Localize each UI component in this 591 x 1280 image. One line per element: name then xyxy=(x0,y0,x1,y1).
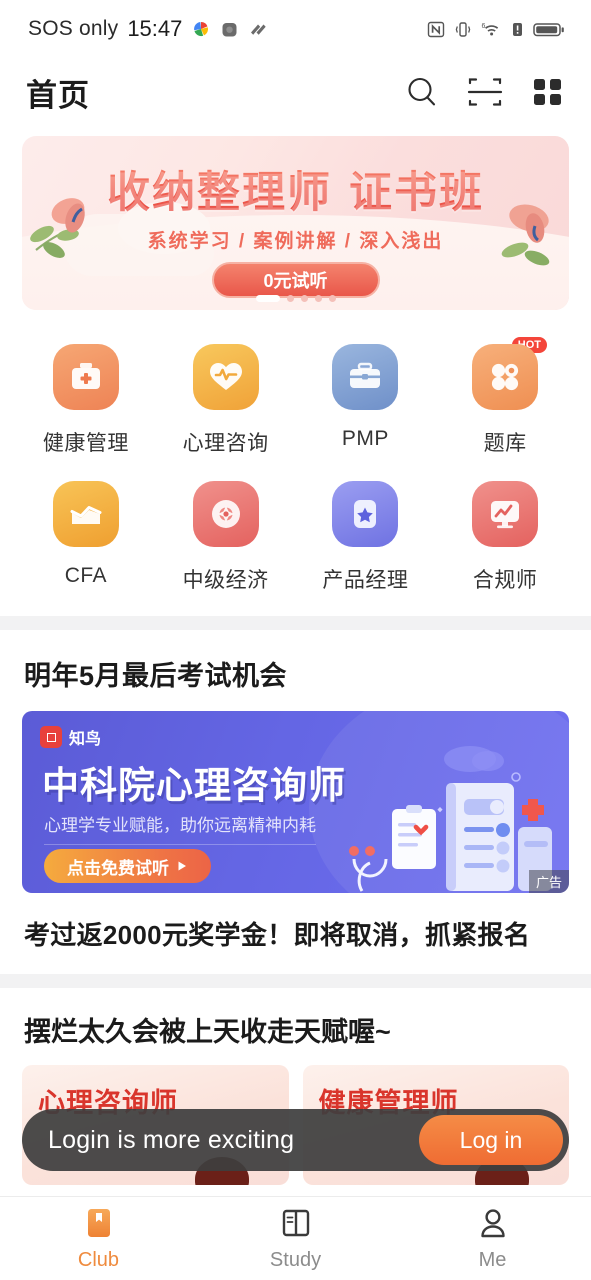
tab-club[interactable]: Club xyxy=(0,1206,197,1272)
ad-label-badge: 广告 xyxy=(528,870,569,893)
quick-item-label: 中级经济 xyxy=(182,569,269,592)
app-screen: SOS only 15:47 6 首页 收纳整理师 证书班 系统学习 / 案例讲… xyxy=(0,0,591,1280)
medical-kit-icon xyxy=(52,344,119,410)
compass-icon xyxy=(192,481,259,547)
vibrate-icon xyxy=(455,21,471,37)
quick-item-label: 题库 xyxy=(483,432,527,455)
section-divider xyxy=(0,616,591,630)
bookmark-icon xyxy=(87,1208,110,1237)
grid-menu-icon[interactable] xyxy=(531,75,565,109)
quick-item-cfa[interactable]: CFA xyxy=(16,481,156,594)
sim-alert-icon xyxy=(513,22,522,36)
play-arrow-icon xyxy=(178,861,186,871)
ad-banner[interactable]: 知鸟 中科院心理咨询师 心理学专业赋能，助你远离精神内耗 点击免费试听 广告 xyxy=(22,711,569,893)
heart-pulse-icon xyxy=(192,344,259,410)
log-in-button[interactable]: Log in xyxy=(419,1115,563,1165)
header-actions xyxy=(405,75,565,109)
camera-icon xyxy=(222,22,237,36)
photos-icon xyxy=(194,22,209,37)
quick-item-label: PMP xyxy=(341,427,389,450)
section-title: 明年5月最后考试机会 xyxy=(24,661,288,691)
carousel-dot[interactable] xyxy=(314,295,322,302)
ad-banner-wrapper[interactable]: 知鸟 中科院心理咨询师 心理学专业赋能，助你远离精神内耗 点击免费试听 广告 xyxy=(0,693,591,893)
quick-item-pmp[interactable]: PMP xyxy=(296,344,436,457)
quick-item-compliance-officer[interactable]: 合规师 xyxy=(435,481,575,594)
scan-icon[interactable] xyxy=(467,75,503,109)
quick-item-label: 心理咨询 xyxy=(182,432,269,455)
app-header: 首页 xyxy=(0,58,591,126)
ad-brand: 知鸟 xyxy=(40,725,101,749)
section-title: 摆烂太久会被上天收走天赋喔~ xyxy=(24,1017,391,1047)
briefcase-icon xyxy=(332,344,399,410)
carrier-label: SOS only xyxy=(28,17,119,40)
login-toast-message: Login is more exciting xyxy=(48,1125,295,1154)
banner-title: 收纳整理师 证书班 xyxy=(22,158,569,220)
chart-growth-icon xyxy=(52,481,119,547)
quick-item-label: 产品经理 xyxy=(322,569,409,592)
carousel-dot[interactable] xyxy=(286,295,294,302)
promo-text: 考过返2000元奖学金！即将取消，抓紧报名 xyxy=(24,920,531,950)
clock-label: 15:47 xyxy=(127,16,183,41)
carousel-dot[interactable] xyxy=(328,295,336,302)
quick-item-label: 合规师 xyxy=(472,569,538,592)
status-bar-left: SOS only 15:47 xyxy=(28,16,269,42)
ad-cta-label: 点击免费试听 xyxy=(67,858,169,878)
status-bar-right: 6 xyxy=(427,20,565,39)
ad-illustration xyxy=(349,746,552,892)
tab-label: Study xyxy=(269,1248,322,1271)
monitor-chart-icon xyxy=(472,481,539,547)
clipboard-icon xyxy=(251,24,267,35)
quick-item-label: 健康管理 xyxy=(42,432,129,455)
carousel-dots[interactable] xyxy=(255,295,336,302)
star-card-icon xyxy=(332,481,399,547)
ad-subtitle: 心理学专业赋能，助你远离精神内耗 xyxy=(44,811,316,845)
ad-cta-button[interactable]: 点击免费试听 xyxy=(44,849,211,883)
panels-icon xyxy=(282,1209,309,1236)
svg-text:6: 6 xyxy=(482,23,486,30)
bottom-tab-bar: Club Study Me xyxy=(0,1196,591,1280)
login-toast: Login is more exciting Log in xyxy=(22,1109,569,1171)
tab-study[interactable]: Study xyxy=(197,1206,394,1272)
page-title: 首页 xyxy=(26,77,90,113)
ad-title: 中科院心理咨询师 xyxy=(42,765,346,806)
tab-me[interactable]: Me xyxy=(394,1206,591,1272)
search-icon[interactable] xyxy=(405,75,439,109)
tab-label: Club xyxy=(77,1248,120,1271)
quick-item-health-management[interactable]: 健康管理 xyxy=(16,344,156,457)
banner-carousel[interactable]: 收纳整理师 证书班 系统学习 / 案例讲解 / 深入浅出 0元试听 xyxy=(0,126,591,310)
brand-logo-icon xyxy=(40,726,62,748)
tab-label: Me xyxy=(478,1248,507,1271)
nfc-icon xyxy=(427,21,445,37)
carousel-dot[interactable] xyxy=(255,295,280,302)
person-icon xyxy=(480,1208,505,1237)
banner-cta-button[interactable]: 0元试听 xyxy=(211,262,380,298)
exam-section: 明年5月最后考试机会 知鸟 中科院心理咨询师 心理学专业赋能，助你远离精神内耗 … xyxy=(0,630,591,974)
carousel-dot[interactable] xyxy=(300,295,308,302)
quick-item-product-manager[interactable]: 产品经理 xyxy=(296,481,436,594)
quick-access-grid: 健康管理 心理咨询 PMP HOT 题库 CFA 中级经济 产品经理 合规师 xyxy=(0,310,591,616)
battery-icon xyxy=(533,22,564,36)
banner-subtitle: 系统学习 / 案例讲解 / 深入浅出 xyxy=(147,231,444,252)
quick-item-psychology-counseling[interactable]: 心理咨询 xyxy=(156,344,296,457)
wifi6-icon: 6 xyxy=(482,23,499,35)
ad-brand-label: 知鸟 xyxy=(69,731,102,748)
quick-item-label: CFA xyxy=(64,564,108,587)
quick-item-intermediate-economics[interactable]: 中级经济 xyxy=(156,481,296,594)
quick-item-question-bank[interactable]: HOT 题库 xyxy=(435,337,575,457)
status-bar: SOS only 15:47 6 xyxy=(0,0,591,58)
question-bank-icon xyxy=(472,344,539,410)
section-divider xyxy=(0,974,591,988)
banner-slide[interactable]: 收纳整理师 证书班 系统学习 / 案例讲解 / 深入浅出 0元试听 xyxy=(22,136,569,310)
